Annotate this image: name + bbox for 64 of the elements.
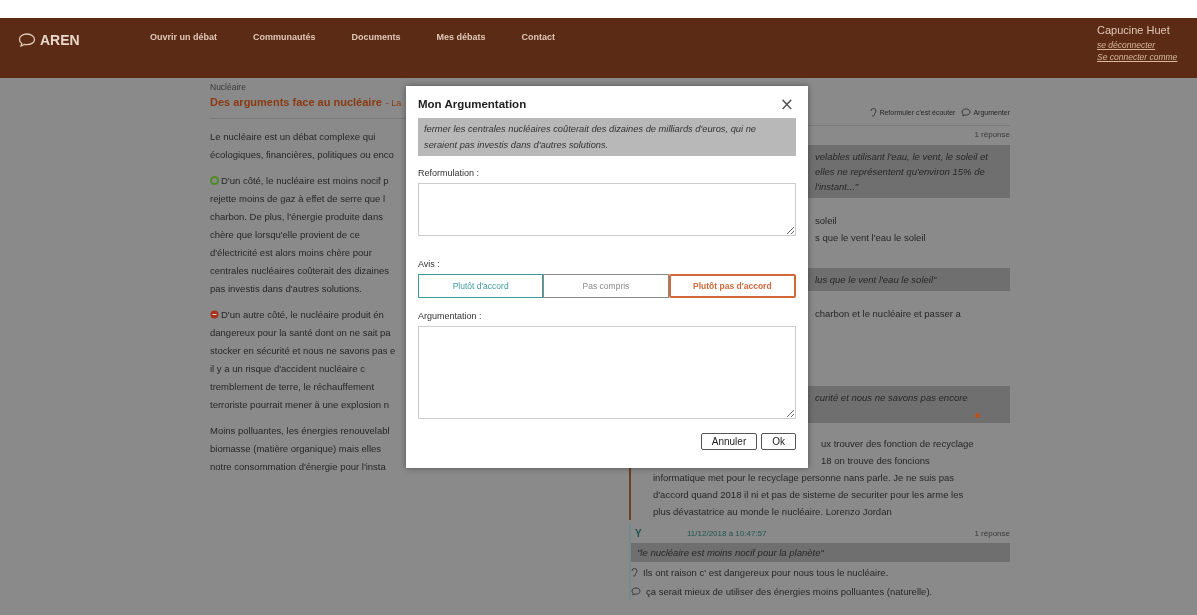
article-text-line: d'électricité est alors moins chère pour	[210, 246, 372, 258]
article-text-line: écologiques, financières, politiques ou enco	[210, 148, 394, 160]
reply-text: ça serait mieux de utiliser des énergies moins polluantes (naturelle).	[646, 585, 933, 599]
article-text-line: terroriste pourrait mener à une explosion n	[210, 398, 389, 410]
article-text-line: notre consommation d'énergie pour l'insta	[210, 460, 386, 472]
ok-button[interactable]: Ok	[761, 433, 796, 450]
circle-icon	[210, 309, 219, 319]
article-text-line: D'un autre côté, le nucléaire produit én	[221, 308, 384, 320]
article-text-line: Le nucléaire est un débat complexe qui	[210, 130, 376, 142]
comment-text-line: soleil	[815, 214, 837, 228]
ear-icon	[631, 568, 638, 577]
marker-dot	[975, 413, 980, 418]
field-label: Avis :	[418, 259, 441, 269]
circle-icon	[210, 175, 219, 185]
article-title: Des arguments face au nucléaire	[210, 96, 382, 108]
opinion-button[interactable]: Pas compris	[543, 274, 669, 298]
close-button[interactable]: ×	[777, 96, 796, 112]
opinion-button[interactable]: Plutôt pas d'accord	[668, 274, 796, 298]
reply-count: 1 réponse	[974, 130, 1010, 139]
ear-icon	[870, 108, 878, 117]
article-text-line: biomasse (matière organique) mais elles	[210, 442, 382, 454]
nav-link[interactable]: Contact	[521, 32, 556, 42]
comment-text-line: d'accord quand 2018 il ni et pas de sisteme de securiter pour les arme les	[653, 488, 964, 502]
field-label: Argumentation :	[418, 311, 483, 321]
opinion-button[interactable]: Plutôt d'accord	[418, 274, 544, 298]
nav-link[interactable]: Documents	[351, 32, 401, 42]
article-text-line: centrales nucléaires coûterait des dizaines	[210, 264, 389, 276]
comment-text-line: plus dévastatrice au monde le nucléaire. Lorenzo Jordan	[653, 505, 892, 519]
speech-bubble-icon	[18, 33, 36, 47]
nav-link[interactable]: Mes débats	[436, 32, 486, 42]
quote-box: fermer les centrales nucléaires coûterait des dizaines de milliards d'euros, qui ne seraient pas investis dans d'autres solutions.	[418, 118, 796, 156]
field-label: Reformulation :	[418, 168, 481, 178]
quote-box: "le nucléaire est moins nocif pour la planète"	[631, 543, 1010, 562]
reply-count: 1 réponse	[974, 529, 1010, 538]
dialog-title: Mon Argumentation	[418, 98, 527, 110]
comment-text-line: 18 on trouve des foncions	[821, 454, 930, 468]
account-link[interactable]: Se connecter comme	[1097, 51, 1178, 63]
comment-text-line: informatique met pour le recyclage personne nans parle. Je ne suis pas	[653, 471, 954, 485]
speech-bubble-icon	[631, 587, 641, 596]
comment-text-line: s que le vent l'eau le soleil	[815, 231, 926, 245]
nav-link[interactable]: Ouvrir un débat	[150, 32, 217, 42]
logo-text[interactable]: AREN	[40, 32, 80, 48]
nav-link[interactable]: Communautés	[253, 32, 316, 42]
article-text-line: dangereux pour la santé dont on ne sait pa	[210, 326, 391, 338]
article-text-line: pas investis dans d'autres solutions.	[210, 282, 362, 294]
account-link[interactable]: se déconnecter	[1097, 39, 1156, 51]
author-initial: Y	[635, 528, 643, 539]
comment-text-line: ux trouver des fonction de recyclage	[821, 437, 974, 451]
user-name: Capucine Huet	[1097, 24, 1170, 36]
reply-text: Ils ont raison c' est dangereux pour nous tous le nucléaire.	[643, 566, 889, 580]
article-text-line: Moins polluantes, les énergies renouvelabl	[210, 424, 390, 436]
article-text-line: stocker en sécurité et nous ne savons pas e	[210, 344, 396, 356]
comment-text-line: charbon et le nucléaire et passer a	[815, 307, 961, 321]
article-text-line: charbon. De plus, l'énergie produite dans	[210, 210, 383, 222]
article-text-line: D'un côté, le nucléaire est moins nocif p	[221, 174, 389, 186]
comment-date: 11/12/2018 à 10:47:57	[687, 529, 768, 538]
title-suffix: - La	[385, 98, 402, 108]
article-text-line: chère que lorsqu'elle provient de ce	[210, 228, 360, 240]
argumentation-field[interactable]	[418, 326, 796, 419]
category-label: Nucléaire	[210, 82, 247, 92]
speech-bubble-icon	[961, 108, 972, 117]
article-text-line: tremblement de terre, le réchauffement	[210, 380, 375, 392]
reformulation-field[interactable]	[418, 183, 796, 236]
cancel-button[interactable]: Annuler	[700, 433, 758, 450]
